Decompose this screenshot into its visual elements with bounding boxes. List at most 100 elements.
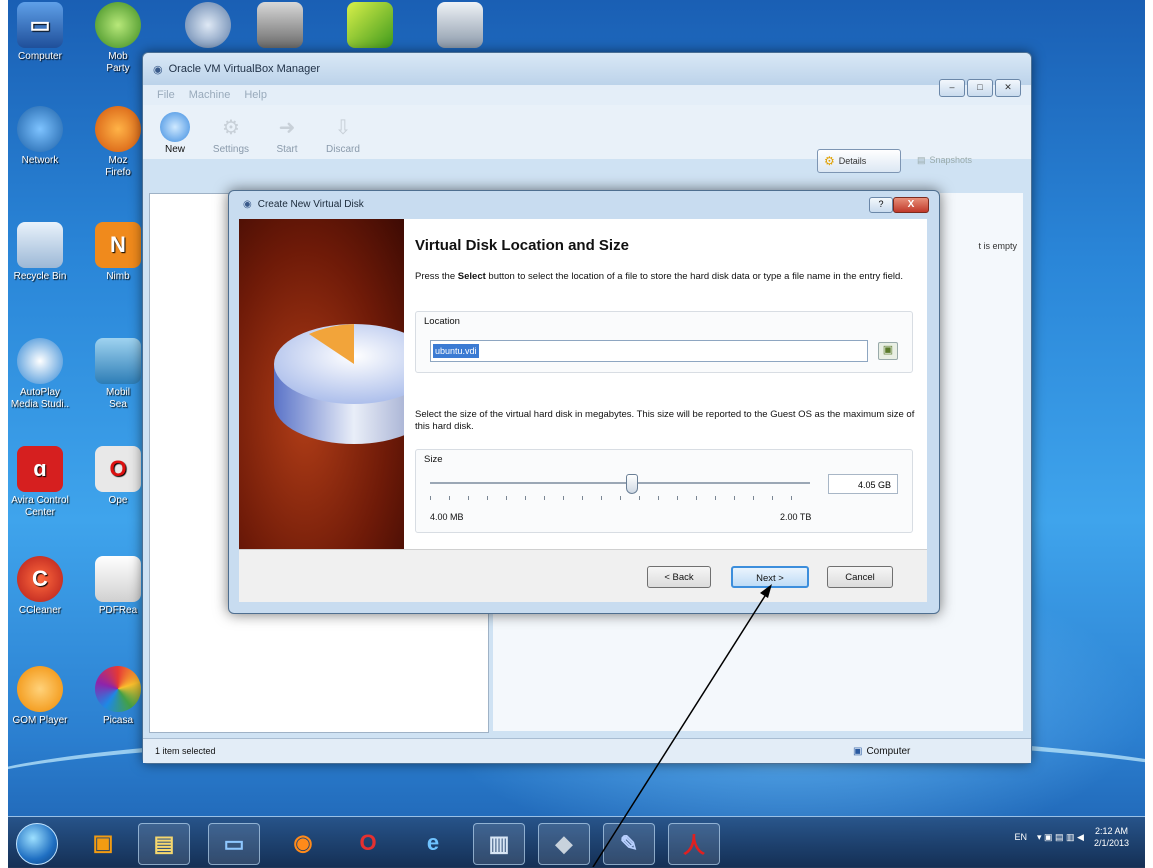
explorer-taskbar-icon[interactable]: ▤ (138, 823, 190, 865)
virtualbox-logo-icon: ◉ (153, 63, 163, 76)
details-icon: ⚙ (824, 154, 835, 168)
desktop-icon-network[interactable]: Network (0, 106, 80, 167)
desktop-icon-label: Picasa (102, 715, 133, 726)
start-button[interactable]: ➜ Start (267, 112, 307, 159)
taskbar: ▣ ▤ ▭ ◉ O e ▥ ◆ ✎ 人 EN ▾ ▣ ▤ ▥ ◀ 2:12 AM… (8, 816, 1145, 868)
hard-disk-icon (274, 324, 404, 444)
desktop-icon-label: GOM Player (12, 715, 68, 726)
desktop-icon-recycle-bin[interactable]: Recycle Bin (0, 222, 80, 283)
quicktime-icon (185, 2, 231, 48)
menu-file[interactable]: File (157, 89, 175, 101)
firefox-taskbar-icon[interactable]: ◉ (278, 823, 328, 863)
computer-small-icon: ▣ (853, 745, 863, 757)
language-indicator[interactable]: EN (1014, 832, 1027, 842)
desktop-icon-label: AutoPlay Media Studi.. (10, 387, 70, 410)
close-button[interactable]: ✕ (995, 79, 1021, 97)
folder-browse-icon[interactable]: ▣ (878, 342, 898, 360)
internet-explorer-taskbar-icon[interactable]: e (408, 823, 458, 863)
desktop-icon-pdf-reader[interactable]: PDFRea (88, 556, 148, 617)
notepad-taskbar-icon[interactable]: ▥ (473, 823, 525, 865)
window-title: Oracle VM VirtualBox Manager (168, 63, 321, 75)
wizard-banner-image (239, 219, 404, 549)
desktop-icon-label: Mob Party (106, 51, 130, 74)
size-slider-handle[interactable] (626, 474, 639, 494)
menu-bar: File Machine Help (143, 85, 1031, 105)
menu-help[interactable]: Help (244, 89, 267, 101)
wizard-content: Virtual Disk Location and Size Press the… (415, 219, 920, 549)
details-button[interactable]: ⚙ Details (817, 149, 901, 173)
status-location-label: Computer (866, 745, 911, 757)
menu-machine[interactable]: Machine (189, 89, 231, 101)
remote-desktop-taskbar-icon[interactable]: ▭ (208, 823, 260, 865)
create-virtual-disk-dialog: ◉ Create New Virtual Disk ? X Virtual Di… (228, 190, 940, 614)
autoplay-icon (17, 338, 63, 384)
desktop-icon-picasa[interactable]: Picasa (88, 666, 148, 727)
discard-button[interactable]: ⇩ Discard (323, 112, 363, 159)
clock[interactable]: 2:12 AM 2/1/2013 (1094, 825, 1129, 849)
desktop-icon-nimbuzz[interactable]: N Nimb (88, 222, 148, 283)
desktop-icon-label: Ope (108, 495, 128, 506)
start-orb-icon[interactable] (16, 823, 58, 865)
back-button[interactable]: < Back (647, 566, 711, 588)
status-location: ▣ Computer (853, 746, 910, 757)
dialog-title: Create New Virtual Disk (257, 198, 364, 210)
desktop-icon-avira[interactable]: ɑ Avira Control Center (0, 446, 80, 519)
computer-icon: ▭ (17, 2, 63, 48)
desktop-icon-label: CCleaner (18, 605, 62, 616)
help-button[interactable]: ? (869, 197, 893, 213)
desktop-icon-mobile-search[interactable]: Mobil Sea (88, 338, 148, 411)
media-player-taskbar-icon[interactable]: ▣ (78, 823, 128, 863)
desktop-icon-quicktime[interactable] (178, 2, 238, 51)
desktop-icon-ccleaner[interactable]: C CCleaner (0, 556, 80, 617)
intro-text: Press the (415, 271, 458, 282)
dialog-body: Virtual Disk Location and Size Press the… (239, 219, 927, 549)
window-titlebar[interactable]: ◉ Oracle VM VirtualBox Manager (143, 53, 1031, 85)
tray-icons[interactable]: ▾ ▣ ▤ ▥ ◀ (1037, 832, 1084, 843)
desktop-icon-camera[interactable] (250, 2, 310, 51)
dialog-footer: < Back Next > Cancel (239, 549, 927, 602)
camera-icon (257, 2, 303, 48)
new-label: New (164, 144, 185, 155)
desktop-icon-mobile-partner[interactable]: Mob Party (88, 2, 148, 75)
desktop-icon-virtualbox[interactable] (430, 2, 490, 51)
size-input[interactable]: 4.05 GB (828, 474, 898, 494)
virtualbox-taskbar-icon[interactable]: ◆ (538, 823, 590, 865)
next-button[interactable]: Next > (731, 566, 809, 588)
settings-button[interactable]: ⚙ Settings (211, 112, 251, 159)
intro-text-rest: button to select the location of a file … (485, 271, 903, 282)
desktop-icon-green-app[interactable] (340, 2, 400, 51)
discard-label: Discard (326, 144, 360, 155)
new-icon (160, 112, 190, 142)
desktop-icon-label: Computer (18, 51, 62, 62)
virtualbox-icon (437, 2, 483, 48)
minimize-button[interactable]: – (939, 79, 965, 97)
desktop-icon-computer[interactable]: ▭ Computer (0, 2, 80, 63)
desktop-icon-gom-player[interactable]: GOM Player (0, 666, 80, 727)
location-label: Location (424, 316, 460, 327)
dialog-close-button[interactable]: X (893, 197, 929, 213)
green-app-icon (347, 2, 393, 48)
opera-taskbar-icon[interactable]: O (343, 823, 393, 863)
maximize-button[interactable]: □ (967, 79, 993, 97)
status-text: 1 item selected (155, 746, 216, 756)
picasa-icon (95, 666, 141, 712)
dialog-titlebar[interactable]: ◉ Create New Virtual Disk (229, 191, 939, 217)
desktop-icon-firefox[interactable]: Moz Firefo (88, 106, 148, 179)
desktop-icon-label: Avira Control Center (11, 495, 69, 518)
opera-icon: O (95, 446, 141, 492)
desktop-icon-autoplay[interactable]: AutoPlay Media Studi.. (0, 338, 80, 411)
snapshots-button[interactable]: ▤ Snapshots (917, 149, 1007, 171)
location-input[interactable]: ubuntu.vdi (430, 340, 868, 362)
acrobat-taskbar-icon[interactable]: 人 (668, 823, 720, 865)
pdf-reader-icon (95, 556, 141, 602)
desktop-icon-opera[interactable]: O Ope (88, 446, 148, 507)
network-icon (17, 106, 63, 152)
status-bar: 1 item selected ▣ Computer (143, 738, 1031, 763)
cancel-button[interactable]: Cancel (827, 566, 893, 588)
page-heading: Virtual Disk Location and Size (415, 237, 629, 254)
paint-taskbar-icon[interactable]: ✎ (603, 823, 655, 865)
new-button[interactable]: New (155, 112, 195, 159)
size-min-label: 4.00 MB (430, 512, 464, 522)
size-slider-track[interactable] (430, 482, 810, 484)
details-label: Details (838, 156, 867, 166)
